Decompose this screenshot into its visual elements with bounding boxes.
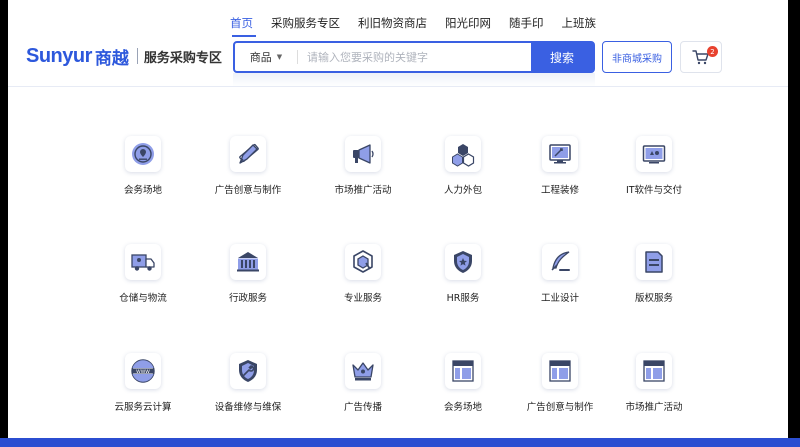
category-item[interactable]: 会务场地 <box>408 353 518 433</box>
category-item[interactable]: 人力外包 <box>408 136 518 216</box>
ruler-pencil-icon <box>230 136 266 172</box>
category-label: HR服务 <box>446 293 480 304</box>
layout-window-icon <box>542 353 578 389</box>
category-label: 市场推广活动 <box>625 402 683 413</box>
category-label: 会务场地 <box>123 185 162 196</box>
truck-icon <box>125 244 161 280</box>
category-item[interactable]: 专业服务 <box>308 244 418 324</box>
hexagon-badge-icon <box>345 244 381 280</box>
category-item[interactable]: WWW 云服务云计算 <box>88 353 198 433</box>
monitor-tools-icon <box>542 136 578 172</box>
category-label: 行政服务 <box>228 293 267 304</box>
category-label: 广告传播 <box>343 402 382 413</box>
category-item[interactable]: 版权服务 <box>599 244 709 324</box>
category-item[interactable]: IT软件与交付 <box>599 136 709 216</box>
wrench-shield-icon <box>230 353 266 389</box>
category-label: IT软件与交付 <box>625 185 683 196</box>
category-label: 人力外包 <box>443 185 482 196</box>
category-item[interactable]: 市场推广活动 <box>308 136 418 216</box>
megaphone-icon <box>345 136 381 172</box>
category-item[interactable]: 会务场地 <box>88 136 198 216</box>
crown-icon <box>345 353 381 389</box>
category-label: 会务场地 <box>443 402 482 413</box>
location-pin-icon <box>125 136 161 172</box>
category-grid: 会务场地 广告创意与制作 市场推广活动 人力外包 工程装修 IT软件与交付 仓储… <box>8 0 788 438</box>
category-label: 设备维修与维保 <box>214 402 282 413</box>
quill-pen-icon <box>542 244 578 280</box>
category-label: 广告创意与制作 <box>214 185 282 196</box>
screen-shapes-icon <box>636 136 672 172</box>
document-icon <box>636 244 672 280</box>
bottom-border <box>0 438 800 447</box>
layout-window-icon <box>445 353 481 389</box>
category-item[interactable]: 设备维修与维保 <box>193 353 303 433</box>
category-item[interactable]: HR服务 <box>408 244 518 324</box>
www-globe-icon: WWW <box>125 353 161 389</box>
category-item[interactable]: 广告传播 <box>308 353 418 433</box>
category-item[interactable]: 行政服务 <box>193 244 303 324</box>
category-label: 市场推广活动 <box>334 185 392 196</box>
star-shield-icon <box>445 244 481 280</box>
category-item[interactable]: 仓储与物流 <box>88 244 198 324</box>
svg-text:WWW: WWW <box>136 369 150 375</box>
page: Sunyur 商越 服务采购专区 首页 采购服务专区 利旧物资商店 阳光印网 随… <box>8 0 788 438</box>
category-label: 专业服务 <box>343 293 382 304</box>
category-item[interactable]: 广告创意与制作 <box>193 136 303 216</box>
government-building-icon <box>230 244 266 280</box>
category-label: 版权服务 <box>634 293 673 304</box>
hexagons-icon <box>445 136 481 172</box>
layout-window-icon <box>636 353 672 389</box>
category-label: 仓储与物流 <box>119 293 167 304</box>
category-item[interactable]: 市场推广活动 <box>599 353 709 433</box>
category-label: 云服务云计算 <box>114 402 172 413</box>
